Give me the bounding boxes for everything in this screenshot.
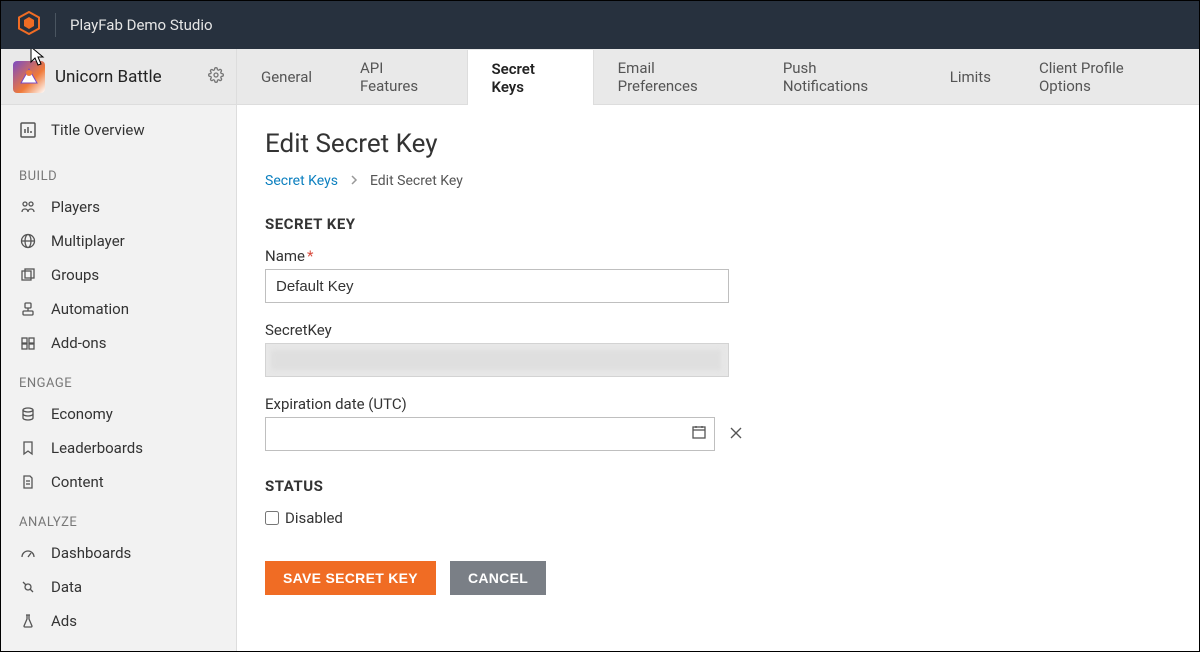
title-header[interactable]: Unicorn Battle — [1, 49, 236, 105]
label-expiration: Expiration date (UTC) — [265, 395, 1171, 413]
field-name: Name* — [265, 247, 1171, 303]
tab-general[interactable]: General — [237, 49, 336, 104]
label-name: Name* — [265, 247, 1171, 265]
sidebar-item-label: Add-ons — [51, 334, 106, 352]
tab-client-profile-options[interactable]: Client Profile Options — [1015, 49, 1199, 104]
sidebar-item-leaderboards[interactable]: Leaderboards — [1, 431, 236, 465]
disabled-checkbox[interactable] — [265, 511, 279, 525]
status-section: STATUS Disabled — [265, 477, 1171, 527]
sidebar-item-content[interactable]: Content — [1, 465, 236, 499]
breadcrumb-current: Edit Secret Key — [370, 173, 463, 189]
secretkey-display[interactable] — [265, 343, 729, 377]
groups-icon — [19, 267, 37, 283]
sidebar-item-label: Groups — [51, 266, 99, 284]
sidebar-item-economy[interactable]: Economy — [1, 397, 236, 431]
tab-push-notifications[interactable]: Push Notifications — [759, 49, 926, 104]
topbar: PlayFab Demo Studio — [1, 1, 1199, 49]
field-secretkey: SecretKey — [265, 321, 1171, 377]
data-icon — [19, 579, 37, 595]
tab-limits[interactable]: Limits — [926, 49, 1015, 104]
sidebar-item-label: Multiplayer — [51, 232, 125, 250]
studio-brand[interactable]: PlayFab Demo Studio — [17, 11, 213, 39]
expiration-input[interactable] — [265, 417, 715, 451]
sidebar-item-addons[interactable]: Add-ons — [1, 326, 236, 360]
sidebar-section-engage: ENGAGE — [1, 360, 236, 397]
sidebar-item-label: Title Overview — [51, 121, 145, 139]
tab-secret-keys[interactable]: Secret Keys — [467, 50, 594, 105]
section-heading-secret-key: SECRET KEY — [265, 215, 1171, 233]
page-title: Edit Secret Key — [265, 129, 1171, 159]
sidebar-item-ads[interactable]: Ads — [1, 604, 236, 638]
playfab-logo-icon — [17, 11, 41, 39]
sidebar-section-build: BUILD — [1, 153, 236, 190]
breadcrumb-link-secret-keys[interactable]: Secret Keys — [265, 173, 338, 189]
sidebar-item-label: Players — [51, 198, 100, 216]
title-name: Unicorn Battle — [55, 67, 198, 87]
button-row: SAVE SECRET KEY CANCEL — [265, 561, 1171, 595]
main-content: General API Features Secret Keys Email P… — [237, 49, 1199, 651]
gear-icon[interactable] — [208, 67, 224, 87]
sidebar-item-automation[interactable]: Automation — [1, 292, 236, 326]
flask-icon — [19, 613, 37, 629]
sidebar-item-label: Ads — [51, 612, 77, 630]
name-input[interactable] — [265, 269, 729, 303]
sidebar-item-label: Content — [51, 473, 104, 491]
studio-name: PlayFab Demo Studio — [70, 16, 213, 34]
disabled-checkbox-row[interactable]: Disabled — [265, 509, 1171, 527]
bar-chart-icon — [19, 122, 37, 138]
bookmark-icon — [19, 440, 37, 456]
sidebar-item-players[interactable]: Players — [1, 190, 236, 224]
tab-api-features[interactable]: API Features — [336, 49, 466, 104]
sidebar: Unicorn Battle Title Overview BUILD — [1, 49, 237, 651]
cancel-button[interactable]: CANCEL — [450, 561, 546, 595]
chevron-right-icon — [350, 173, 358, 189]
save-secret-key-button[interactable]: SAVE SECRET KEY — [265, 561, 436, 595]
sidebar-item-label: Data — [51, 578, 82, 596]
section-heading-status: STATUS — [265, 477, 1171, 495]
sidebar-item-title-overview[interactable]: Title Overview — [1, 113, 236, 147]
label-name-text: Name — [265, 247, 305, 265]
automation-icon — [19, 301, 37, 317]
sidebar-item-groups[interactable]: Groups — [1, 258, 236, 292]
dashboard-icon — [19, 545, 37, 561]
sidebar-item-label: Leaderboards — [51, 439, 143, 457]
sidebar-item-label: Dashboards — [51, 544, 131, 562]
sidebar-section-analyze: ANALYZE — [1, 499, 236, 536]
economy-icon — [19, 406, 37, 422]
tab-email-preferences[interactable]: Email Preferences — [594, 49, 759, 104]
topbar-divider — [55, 13, 56, 37]
field-expiration: Expiration date (UTC) — [265, 395, 1171, 451]
content-area: Edit Secret Key Secret Keys Edit Secret … — [237, 105, 1199, 651]
title-avatar-icon — [13, 61, 45, 93]
tabs: General API Features Secret Keys Email P… — [237, 49, 1199, 105]
disabled-label: Disabled — [285, 509, 343, 527]
sidebar-item-dashboards[interactable]: Dashboards — [1, 536, 236, 570]
sidebar-item-data[interactable]: Data — [1, 570, 236, 604]
breadcrumb: Secret Keys Edit Secret Key — [265, 173, 1171, 189]
clear-date-button[interactable] — [725, 420, 747, 449]
sidebar-item-multiplayer[interactable]: Multiplayer — [1, 224, 236, 258]
document-icon — [19, 474, 37, 490]
sidebar-item-label: Automation — [51, 300, 129, 318]
label-secretkey: SecretKey — [265, 321, 1171, 339]
sidebar-item-label: Economy — [51, 405, 113, 423]
globe-icon — [19, 233, 37, 249]
required-asterisk: * — [307, 247, 313, 265]
addons-icon — [19, 335, 37, 351]
players-icon — [19, 199, 37, 215]
